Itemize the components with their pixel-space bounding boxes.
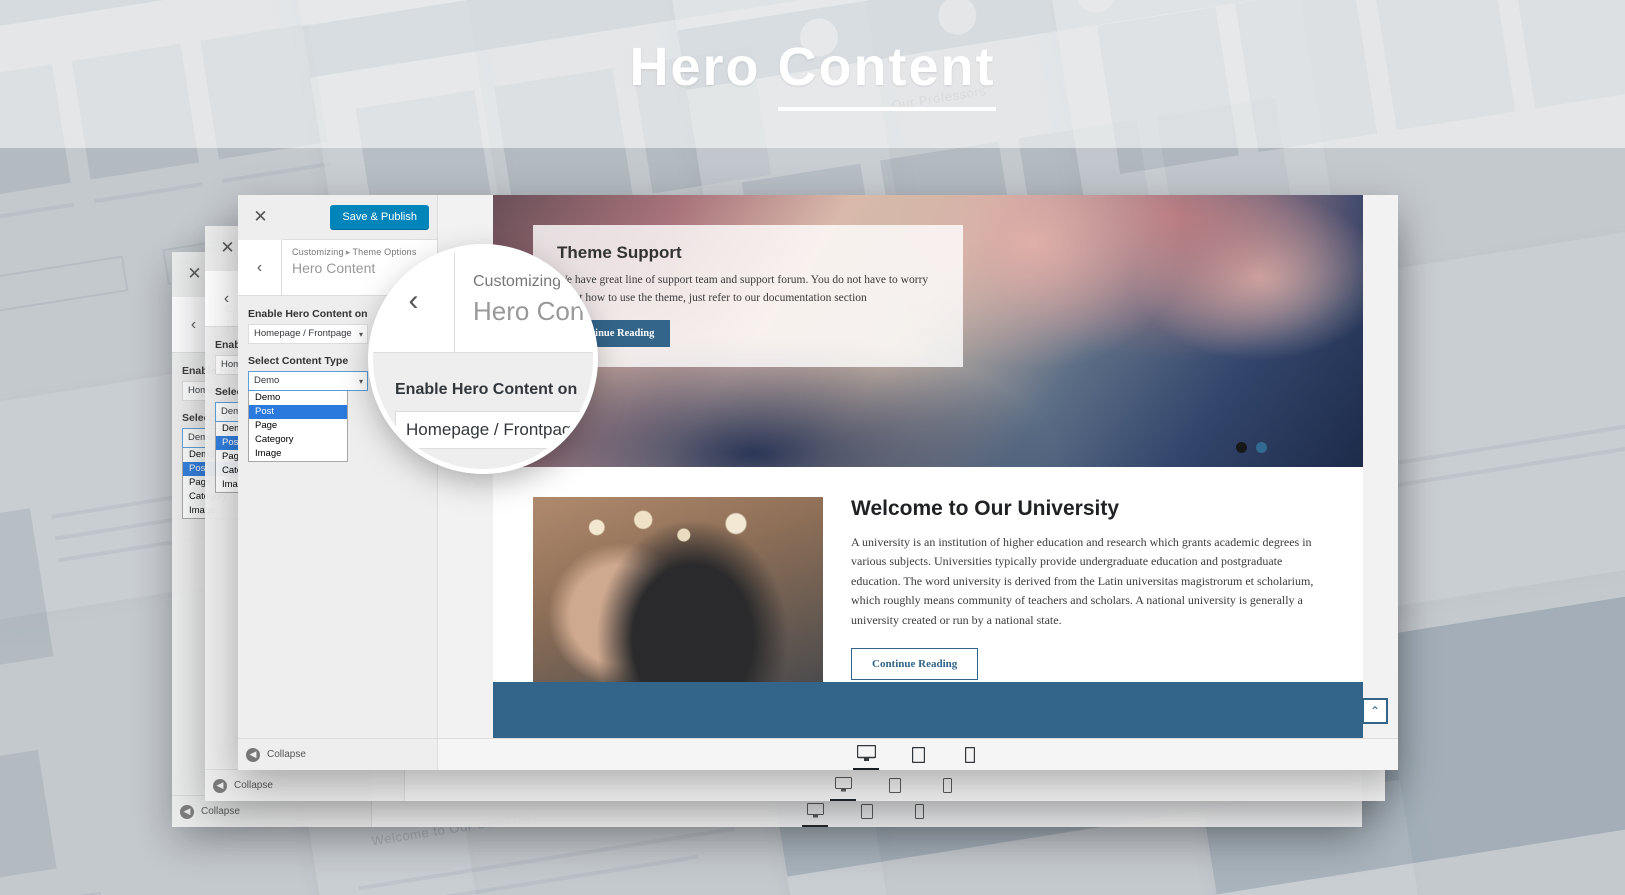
collapse-icon[interactable]: ◀ [213, 778, 227, 793]
collapse-label[interactable]: Collapse [201, 806, 240, 817]
magnified-back-chevron-icon[interactable]: ‹ [373, 249, 455, 352]
magnified-breadcrumb-root: Customizing [473, 273, 562, 290]
page-title-underlined: Content [777, 37, 996, 111]
content-type-option-list[interactable]: DemoPostPageCategoryImage [248, 391, 348, 462]
collapse-icon[interactable]: ◀ [246, 747, 260, 762]
magnified-enable-hero-select[interactable]: Homepage / Frontpage ▾ [395, 411, 593, 449]
preview-gutter-right [1363, 195, 1398, 738]
option-category[interactable]: Category [249, 433, 347, 447]
welcome-section: Welcome to Our University A university i… [493, 467, 1363, 687]
chevron-down-icon: ▾ [358, 377, 363, 386]
magnifier-lens: ‹ Customizing▸Theme Options Hero Content… [373, 249, 593, 469]
hero-slider: Theme Support We have great line of supp… [493, 195, 1363, 467]
page-title: Hero Content [0, 36, 1625, 111]
hero-slide-caption: Theme Support We have great line of supp… [533, 225, 963, 367]
welcome-photo [533, 497, 823, 687]
magnified-panel-body: Enable Hero Content on Homepage / Frontp… [373, 353, 593, 469]
page-title-prefix: Hero [629, 37, 778, 97]
breadcrumb-root: Customizing [292, 247, 344, 257]
enable-hero-value: Homepage / Frontpage [254, 328, 352, 339]
hero-slide-body: We have great line of support team and s… [557, 274, 929, 304]
preview-blue-band [493, 682, 1363, 738]
device-desktop-button[interactable] [853, 739, 879, 770]
chevron-down-icon: ▾ [358, 330, 363, 339]
magnified-section-title: Hero Content [473, 296, 593, 326]
collapse-label[interactable]: Collapse [234, 780, 273, 791]
back-chevron-icon[interactable]: ‹ [238, 240, 282, 295]
magnified-enable-hero-value: Homepage / Frontpage [406, 420, 581, 439]
magnified-breadcrumb: Customizing▸Theme Options [473, 271, 593, 291]
welcome-body: A university is an institution of higher… [851, 535, 1314, 627]
panel-footer: ◀ Collapse [205, 769, 404, 801]
magnified-section-header: ‹ Customizing▸Theme Options Hero Content [373, 249, 593, 353]
welcome-continue-button[interactable]: Continue Reading [851, 648, 979, 681]
panel-header-bar: ✕ Save & Publish [238, 195, 437, 240]
scroll-to-top-button[interactable]: ⌃ [1362, 698, 1388, 724]
option-post[interactable]: Post [249, 405, 347, 419]
device-tablet-button[interactable] [905, 739, 931, 771]
magnified-breadcrumb-sep-icon: ▸ [565, 273, 574, 290]
preview-page: Theme Support We have great line of supp… [493, 195, 1363, 738]
hero-slide-heading: Theme Support [557, 243, 682, 262]
save-publish-button[interactable]: Save & Publish [330, 205, 429, 229]
content-type-select[interactable]: Demo ▾ [248, 371, 368, 391]
device-toolbar [405, 769, 1385, 801]
device-mobile-button[interactable] [934, 770, 960, 802]
magnified-enable-hero-label: Enable Hero Content on [395, 381, 578, 398]
device-toolbar [438, 738, 1398, 770]
enable-hero-select[interactable]: Homepage / Frontpage ▾ [248, 324, 368, 344]
close-icon[interactable]: ✕ [238, 195, 283, 240]
hero-slider-dot-1[interactable] [1236, 442, 1247, 453]
device-tablet-button[interactable] [882, 770, 908, 802]
option-page[interactable]: Page [249, 419, 347, 433]
option-demo[interactable]: Demo [249, 391, 347, 405]
content-type-value: Demo [254, 375, 280, 386]
option-image[interactable]: Image [249, 447, 347, 461]
device-mobile-button[interactable] [957, 739, 983, 771]
hero-slider-dots[interactable] [1236, 442, 1267, 453]
hero-slider-dot-2[interactable] [1256, 442, 1267, 453]
collapse-icon[interactable]: ◀ [180, 804, 194, 819]
welcome-heading: Welcome to Our University [851, 497, 1120, 520]
device-desktop-button[interactable] [830, 770, 856, 801]
panel-footer: ◀ Collapse [238, 738, 437, 770]
collapse-label[interactable]: Collapse [267, 749, 306, 760]
magnified-breadcrumb-parent: Theme Options [577, 273, 593, 290]
